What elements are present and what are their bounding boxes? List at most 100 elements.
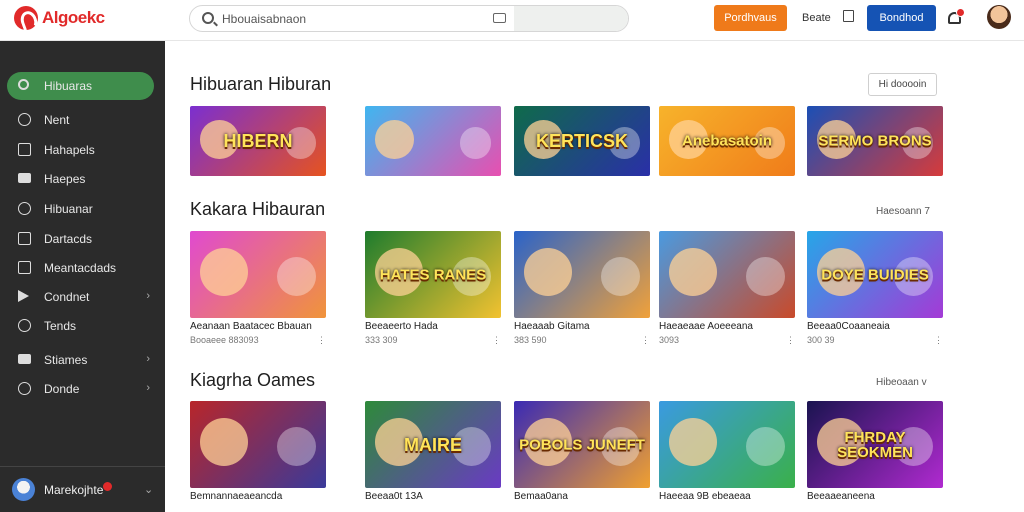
game-thumbnail[interactable]	[190, 401, 326, 488]
chevron-right-icon: ›	[146, 353, 150, 365]
game-thumbnail[interactable]: POBOLS JUNEFT	[514, 401, 650, 488]
game-card[interactable]: HATES RANES Beeaeerto Hada 333 309 ⋮	[365, 231, 501, 345]
monitor-icon	[18, 173, 31, 183]
sidebar-item-haepes[interactable]: Haepes	[7, 165, 154, 193]
chevron-right-icon: ›	[146, 290, 150, 302]
sidebar-item-hibuaras[interactable]: Hibuaras	[7, 72, 154, 100]
section-see-more-link[interactable]: Hibeoaan v	[876, 377, 927, 388]
sidebar-item-label: Tends	[44, 319, 77, 333]
game-thumbnail[interactable]: DOYE BUIDIES	[807, 231, 943, 318]
sidebar-item-nent[interactable]: Nent	[7, 106, 154, 134]
game-thumbnail[interactable]	[190, 231, 326, 318]
thumbnail-title: HIBERN	[223, 131, 293, 151]
game-thumbnail[interactable]: HIBERN	[190, 106, 326, 176]
game-card[interactable]: Anebasatoin	[659, 106, 795, 176]
character-art	[669, 418, 717, 467]
game-thumbnail[interactable]: HATES RANES	[365, 231, 501, 318]
game-card[interactable]: Haeaeaae Aoeeeana 3093 ⋮	[659, 231, 795, 345]
search-bar[interactable]	[189, 5, 629, 32]
game-card[interactable]: KERTICSK	[514, 106, 650, 176]
more-options-icon[interactable]: ⋮	[641, 335, 650, 346]
app-logo[interactable]: Algoekc	[14, 6, 105, 30]
thumbnail-title: HATES RANES	[379, 266, 487, 283]
character-art	[276, 427, 316, 467]
share-icon[interactable]	[843, 10, 854, 22]
game-thumbnail[interactable]	[659, 231, 795, 318]
game-thumbnail[interactable]: KERTICSK	[514, 106, 650, 176]
blue-action-button[interactable]: Bondhod	[867, 5, 936, 31]
game-card[interactable]: FHRDAY SEOKMEN Beeaaeaneena	[807, 401, 943, 511]
game-thumbnail[interactable]	[659, 401, 795, 488]
sidebar-item-dartacds[interactable]: Dartacds	[7, 225, 154, 253]
document-icon	[18, 143, 31, 156]
game-card[interactable]: POBOLS JUNEFT Bemaa0ana	[514, 401, 650, 511]
tag-icon	[18, 113, 31, 126]
game-card[interactable]: DOYE BUIDIES Beeaa0Coaaneaia 300 39 ⋮	[807, 231, 943, 345]
game-thumbnail[interactable]: FHRDAY SEOKMEN	[807, 401, 943, 488]
game-card[interactable]: HIBERN	[190, 106, 326, 176]
sidebar-user[interactable]: Marekojhte ⌄	[12, 478, 157, 502]
users-icon	[18, 202, 31, 215]
section-title: Kiagrha Oames	[190, 370, 316, 390]
more-options-icon[interactable]: ⋮	[786, 335, 795, 346]
play-icon	[18, 290, 29, 302]
sidebar-item-label: Condnet	[44, 290, 90, 304]
game-card[interactable]: Aeanaan Baatacec Bbauan Booaeee 883093 ⋮	[190, 231, 326, 345]
game-thumbnail[interactable]: Anebasatoin	[659, 106, 795, 176]
sidebar-item-label: Haepes	[44, 172, 86, 186]
more-options-icon[interactable]: ⋮	[492, 335, 501, 346]
game-card[interactable]: Bemnannaeaeancda	[190, 401, 326, 511]
sidebar-item-stiames[interactable]: Stiames ›	[7, 346, 154, 374]
card-title[interactable]: Bemnannaeaeancda	[190, 491, 282, 502]
card-title[interactable]: Bemaa0ana	[514, 491, 568, 502]
search-submit-area[interactable]	[514, 6, 628, 31]
sidebar-item-tends[interactable]: Tends	[7, 312, 154, 340]
chevron-down-icon[interactable]: ⌄	[144, 483, 153, 496]
thumbnail-title: SERMO BRONS	[818, 132, 932, 150]
character-art	[459, 127, 491, 159]
character-art	[669, 248, 717, 297]
clock-icon	[18, 319, 31, 332]
sidebar-user-avatar	[12, 478, 35, 501]
game-card[interactable]: Haeeaa 9B ebeaeaa	[659, 401, 795, 511]
section-see-more-link[interactable]: Haesoann 7	[876, 206, 930, 217]
game-thumbnail[interactable]	[514, 231, 650, 318]
game-card[interactable]: Haeaaab Gitama 383 590 ⋮	[514, 231, 650, 345]
voice-search-icon[interactable]	[493, 13, 506, 23]
more-options-icon[interactable]: ⋮	[934, 335, 943, 346]
character-art	[745, 427, 785, 467]
character-art	[276, 257, 316, 297]
more-options-icon[interactable]: ⋮	[317, 335, 326, 346]
sidebar-item-hibuanar[interactable]: Hibuanar	[7, 195, 154, 223]
card-title[interactable]: Haeaeaae Aoeeeana	[659, 321, 753, 332]
sidebar-item-meantacdads[interactable]: Meantacdads	[7, 254, 154, 282]
search-input[interactable]	[222, 10, 482, 28]
user-avatar[interactable]	[987, 5, 1011, 29]
card-title[interactable]: Beeaaeaneena	[807, 491, 875, 502]
card-title[interactable]: Beeaa0Coaaneaia	[807, 321, 890, 332]
logo-text: Algoekc	[42, 8, 105, 27]
sidebar-item-donde[interactable]: Donde ›	[7, 375, 154, 403]
sidebar-item-condnet[interactable]: Condnet ›	[7, 283, 154, 311]
game-thumbnail[interactable]	[365, 106, 501, 176]
card-meta: 333 309	[365, 335, 398, 345]
orange-action-button[interactable]: Pordhvaus	[714, 5, 787, 31]
card-title[interactable]: Aeanaan Baatacec Bbauan	[190, 321, 312, 332]
sidebar-item-label: Hibuaras	[44, 79, 93, 93]
card-title[interactable]: Haeaaab Gitama	[514, 321, 590, 332]
header-link[interactable]: Beate	[802, 12, 831, 24]
game-card[interactable]	[365, 106, 501, 176]
section-action-button[interactable]: Hi dooooin	[868, 73, 937, 96]
notification-bell[interactable]	[947, 8, 965, 28]
game-thumbnail[interactable]: MAIRE	[365, 401, 501, 488]
card-title[interactable]: Haeeaa 9B ebeaeaa	[659, 491, 751, 502]
game-card[interactable]: MAIRE Beeaa0t 13A	[365, 401, 501, 511]
character-art	[375, 120, 414, 159]
game-thumbnail[interactable]: SERMO BRONS	[807, 106, 943, 176]
globe-icon	[18, 382, 31, 395]
card-title[interactable]: Beeaeerto Hada	[365, 321, 438, 332]
card-title[interactable]: Beeaa0t 13A	[365, 491, 423, 502]
sidebar-item-hahapels[interactable]: Hahapels	[7, 136, 154, 164]
game-card[interactable]: SERMO BRONS	[807, 106, 943, 176]
sidebar-divider	[0, 466, 165, 467]
